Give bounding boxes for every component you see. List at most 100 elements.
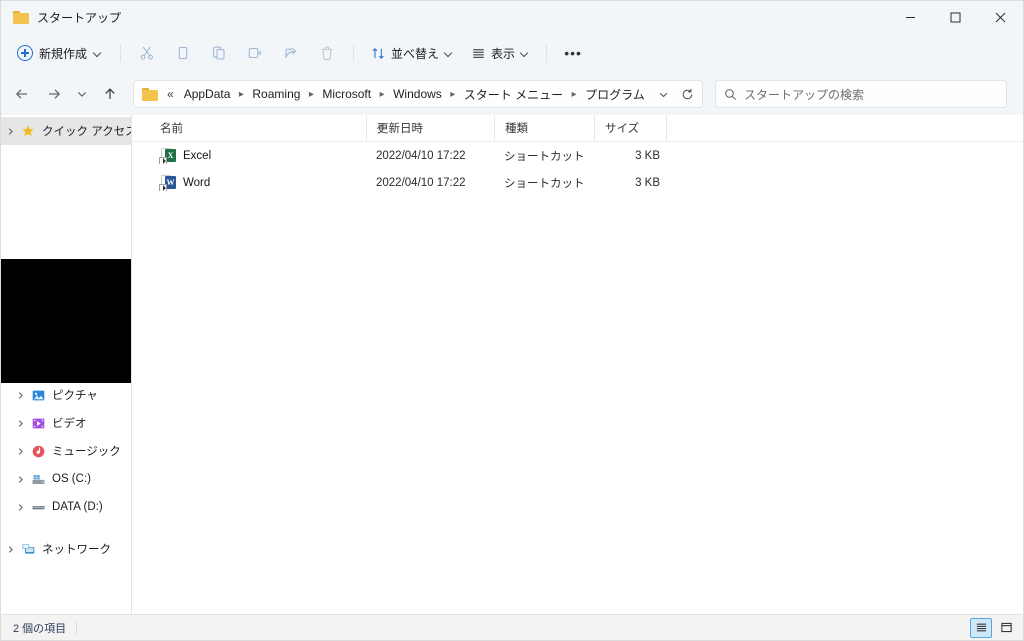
cut-button[interactable] [130, 39, 164, 67]
sidebar-item-network[interactable]: ネットワーク [1, 535, 131, 563]
star-icon [19, 124, 37, 138]
sidebar-item-label-network: ネットワーク [42, 544, 111, 556]
column-header-name-label: 名前 [160, 123, 183, 135]
excel-shortcut-icon: X [159, 147, 176, 164]
breadcrumb-item-microsoft[interactable]: Microsoft [317, 85, 376, 103]
file-name-cell: W Word [148, 174, 366, 191]
breadcrumb-separator: ▸ [308, 88, 314, 100]
sort-button-label: 並べ替え [391, 46, 440, 61]
file-size-cell: 3 KB [635, 149, 660, 162]
sidebar-item-os-c[interactable]: OS (C:) [1, 465, 131, 493]
column-header-type-label: 種類 [505, 123, 528, 135]
file-name-cell: X Excel [148, 147, 366, 164]
address-dropdown-button[interactable] [652, 82, 674, 106]
file-type-cell: ショートカット [504, 150, 585, 163]
delete-button[interactable] [310, 39, 344, 67]
search-input[interactable]: スタートアップの検索 [744, 86, 864, 103]
sidebar-item-label-data-d: DATA (D:) [52, 501, 103, 513]
sidebar-item-data-d[interactable]: DATA (D:) [1, 493, 131, 521]
title-bar: スタートアップ [1, 1, 1023, 33]
overflow-menu-button[interactable]: ••• [556, 39, 590, 67]
close-button[interactable] [978, 1, 1023, 33]
breadcrumb-item-startmenu[interactable]: スタート メニュー [459, 84, 568, 105]
sidebar-item-pictures[interactable]: ピクチャ [1, 381, 131, 409]
chevron-right-icon-pictures[interactable] [11, 391, 29, 400]
table-row[interactable]: W Word 2022/04/10 17:22 ショートカット 3 KB [132, 169, 1023, 196]
breadcrumb-item-windows[interactable]: Windows [388, 85, 447, 103]
recent-locations-button[interactable] [71, 79, 93, 109]
sidebar-item-videos[interactable]: ビデオ [1, 409, 131, 437]
chevron-right-icon[interactable] [1, 127, 19, 136]
copy-button[interactable] [166, 39, 200, 67]
address-bar[interactable]: « AppData ▸ Roaming ▸ Microsoft ▸ Window… [133, 80, 703, 108]
forward-button[interactable] [39, 79, 69, 109]
rename-button[interactable] [238, 39, 272, 67]
details-view-button[interactable] [970, 617, 992, 638]
address-folder-icon [142, 87, 158, 101]
column-header-size[interactable]: サイズ [594, 115, 666, 141]
breadcrumb-separator: ▸ [238, 88, 244, 100]
breadcrumb-item-roaming[interactable]: Roaming [247, 85, 305, 103]
word-shortcut-icon: W [159, 174, 176, 191]
breadcrumb-overflow[interactable]: « [164, 85, 179, 103]
view-toggle-group [970, 617, 1017, 638]
breadcrumb-item-programs[interactable]: プログラム [580, 84, 650, 105]
chevron-right-icon-videos[interactable] [11, 419, 29, 428]
share-button[interactable] [274, 39, 308, 67]
breadcrumb-item-appdata[interactable]: AppData [179, 85, 236, 103]
file-name-label: Excel [183, 149, 212, 162]
column-header-type[interactable]: 種類 [494, 115, 594, 141]
sidebar-item-label-pictures: ピクチャ [52, 390, 98, 402]
large-icons-view-button[interactable] [995, 618, 1017, 638]
column-header-row: 名前 更新日時 種類 サイズ [132, 115, 1023, 142]
sort-icon [372, 47, 384, 59]
chevron-right-icon-os-c[interactable] [11, 475, 29, 484]
minimize-button[interactable] [888, 1, 933, 33]
chevron-right-icon-music[interactable] [11, 447, 29, 456]
command-bar: 新規作成 並べ替え 表示 ••• [1, 33, 1023, 73]
navigation-pane[interactable]: クイック アクセス PC [1, 115, 132, 614]
breadcrumb: « AppData ▸ Roaming ▸ Microsoft ▸ Window… [164, 84, 652, 105]
address-bar-actions [652, 82, 698, 106]
view-button-label: 表示 [491, 46, 516, 61]
column-header-name[interactable]: 名前 [148, 115, 366, 141]
chevron-down-icon-view [520, 49, 529, 58]
table-row[interactable]: X Excel 2022/04/10 17:22 ショートカット 3 KB [132, 142, 1023, 169]
sort-button[interactable]: 並べ替え [363, 39, 461, 67]
file-list-pane: 名前 更新日時 種類 サイズ X Excel 2022/04/10 17:22 … [132, 115, 1023, 614]
navigation-bar: « AppData ▸ Roaming ▸ Microsoft ▸ Window… [1, 73, 1023, 115]
search-box[interactable]: スタートアップの検索 [715, 80, 1007, 108]
file-type-cell: ショートカット [504, 177, 585, 190]
up-button[interactable] [95, 79, 125, 109]
chevron-right-icon-data-d[interactable] [11, 503, 29, 512]
file-explorer-window: スタートアップ 新規作成 並べ替え 表示 ••• « AppData ▸ Roa… [0, 0, 1024, 641]
sidebar-item-label-music: ミュージック [52, 446, 121, 458]
file-size-cell: 3 KB [635, 176, 660, 189]
column-header-date[interactable]: 更新日時 [366, 115, 494, 141]
status-bar: 2 個の項目 [1, 614, 1023, 640]
chevron-right-icon-network[interactable] [1, 545, 19, 554]
videos-icon [29, 416, 47, 431]
view-button[interactable]: 表示 [463, 39, 537, 67]
music-icon [29, 444, 47, 459]
breadcrumb-separator: ▸ [450, 88, 456, 100]
back-button[interactable] [7, 79, 37, 109]
folder-icon [13, 10, 29, 24]
window-controls [888, 1, 1023, 33]
title-bar-left: スタートアップ [1, 9, 121, 26]
chevron-down-icon-sort [444, 49, 453, 58]
new-button-label: 新規作成 [39, 46, 88, 61]
plus-icon [17, 45, 33, 61]
paste-button[interactable] [202, 39, 236, 67]
refresh-button[interactable] [676, 82, 698, 106]
maximize-button[interactable] [933, 1, 978, 33]
sidebar-item-music[interactable]: ミュージック [1, 437, 131, 465]
new-button[interactable]: 新規作成 [11, 39, 111, 67]
drive-icon-data [29, 500, 47, 515]
file-name-label: Word [183, 176, 211, 189]
sidebar-item-quick-access[interactable]: クイック アクセス [1, 117, 131, 145]
pictures-icon [29, 388, 47, 403]
breadcrumb-separator: ▸ [571, 88, 577, 100]
window-title: スタートアップ [37, 10, 122, 25]
